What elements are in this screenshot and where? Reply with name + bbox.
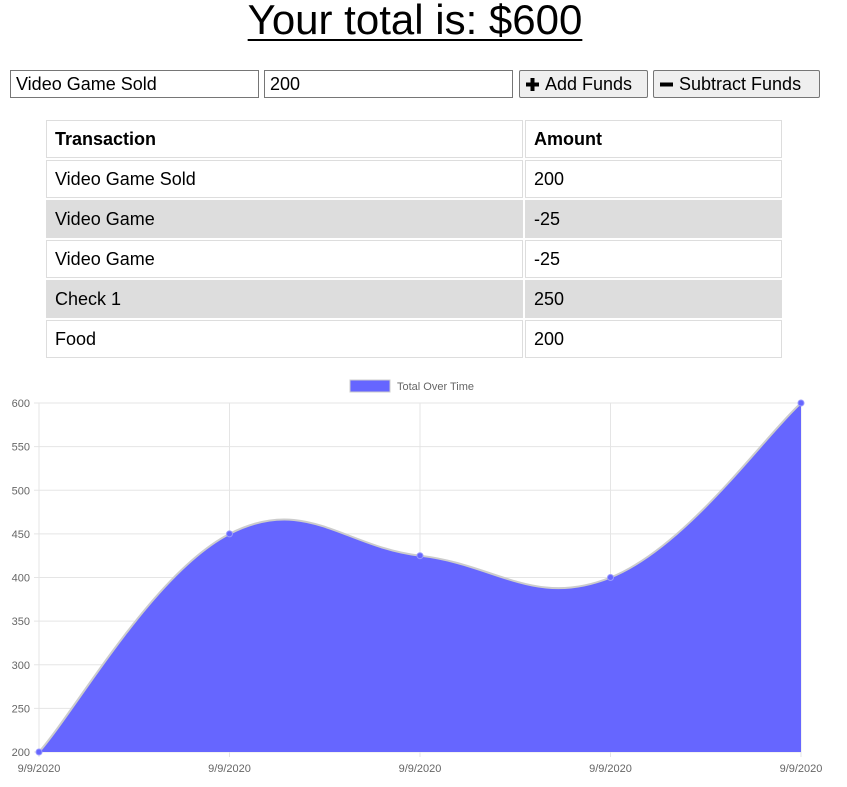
x-tick-label: 9/9/2020 [780, 763, 823, 775]
data-point [797, 399, 805, 407]
table-row: Check 1 250 [46, 280, 782, 318]
transaction-amount-cell: -25 [525, 200, 782, 238]
transaction-name-cell: Check 1 [46, 280, 523, 318]
transaction-name-cell: Video Game [46, 200, 523, 238]
legend-swatch [349, 379, 391, 393]
subtract-funds-label: Subtract Funds [679, 73, 802, 94]
transaction-name-cell: Food [46, 320, 523, 358]
y-tick-label: 500 [12, 485, 30, 497]
transaction-amount-cell: 250 [525, 280, 782, 318]
table-row: Video Game -25 [46, 240, 782, 278]
transaction-name-cell: Video Game Sold [46, 160, 523, 198]
total-over-time-chart: 200 250 300 350 400 450 500 550 600 9/9/2020 9/9/2… [12, 379, 823, 775]
add-funds-label: Add Funds [545, 73, 633, 94]
transaction-name-cell: Video Game [46, 240, 523, 278]
plus-icon [526, 77, 539, 91]
data-point [416, 552, 424, 560]
table-row: Video Game -25 [46, 200, 782, 238]
x-tick-label: 9/9/2020 [399, 763, 442, 775]
transactions-table: Transaction Amount Video Game Sold 200 V… [44, 118, 784, 360]
y-tick-label: 550 [12, 442, 30, 454]
page-title: Your total is: $600 [247, 0, 583, 43]
transaction-amount-cell: -25 [525, 240, 782, 278]
minus-icon [660, 82, 673, 86]
add-funds-button[interactable]: Add Funds [519, 70, 648, 98]
y-tick-label: 400 [12, 573, 30, 585]
table-row: Food 200 [46, 320, 782, 358]
x-tick-label: 9/9/2020 [18, 763, 61, 775]
y-tick-label: 450 [12, 529, 30, 541]
table-header-row: Transaction Amount [46, 120, 782, 158]
data-point [35, 748, 43, 756]
x-tick-label: 9/9/2020 [589, 763, 632, 775]
y-tick-label: 250 [12, 703, 30, 715]
data-point [226, 530, 233, 538]
transaction-amount-cell: 200 [525, 320, 782, 358]
legend-label: Total Over Time [397, 381, 474, 393]
y-tick-label: 200 [12, 747, 30, 759]
transaction-name-input[interactable] [10, 70, 259, 98]
subtract-funds-button[interactable]: Subtract Funds [653, 70, 820, 98]
y-tick-label: 600 [12, 398, 30, 410]
amount-column-header: Amount [525, 120, 782, 158]
y-tick-label: 300 [12, 660, 30, 672]
x-tick-label: 9/9/2020 [208, 763, 251, 775]
transaction-amount-input[interactable] [264, 70, 513, 98]
data-point [607, 574, 614, 581]
table-row: Video Game Sold 200 [46, 160, 782, 198]
y-tick-label: 350 [12, 616, 30, 628]
transaction-column-header: Transaction [46, 120, 523, 158]
transaction-amount-cell: 200 [525, 160, 782, 198]
